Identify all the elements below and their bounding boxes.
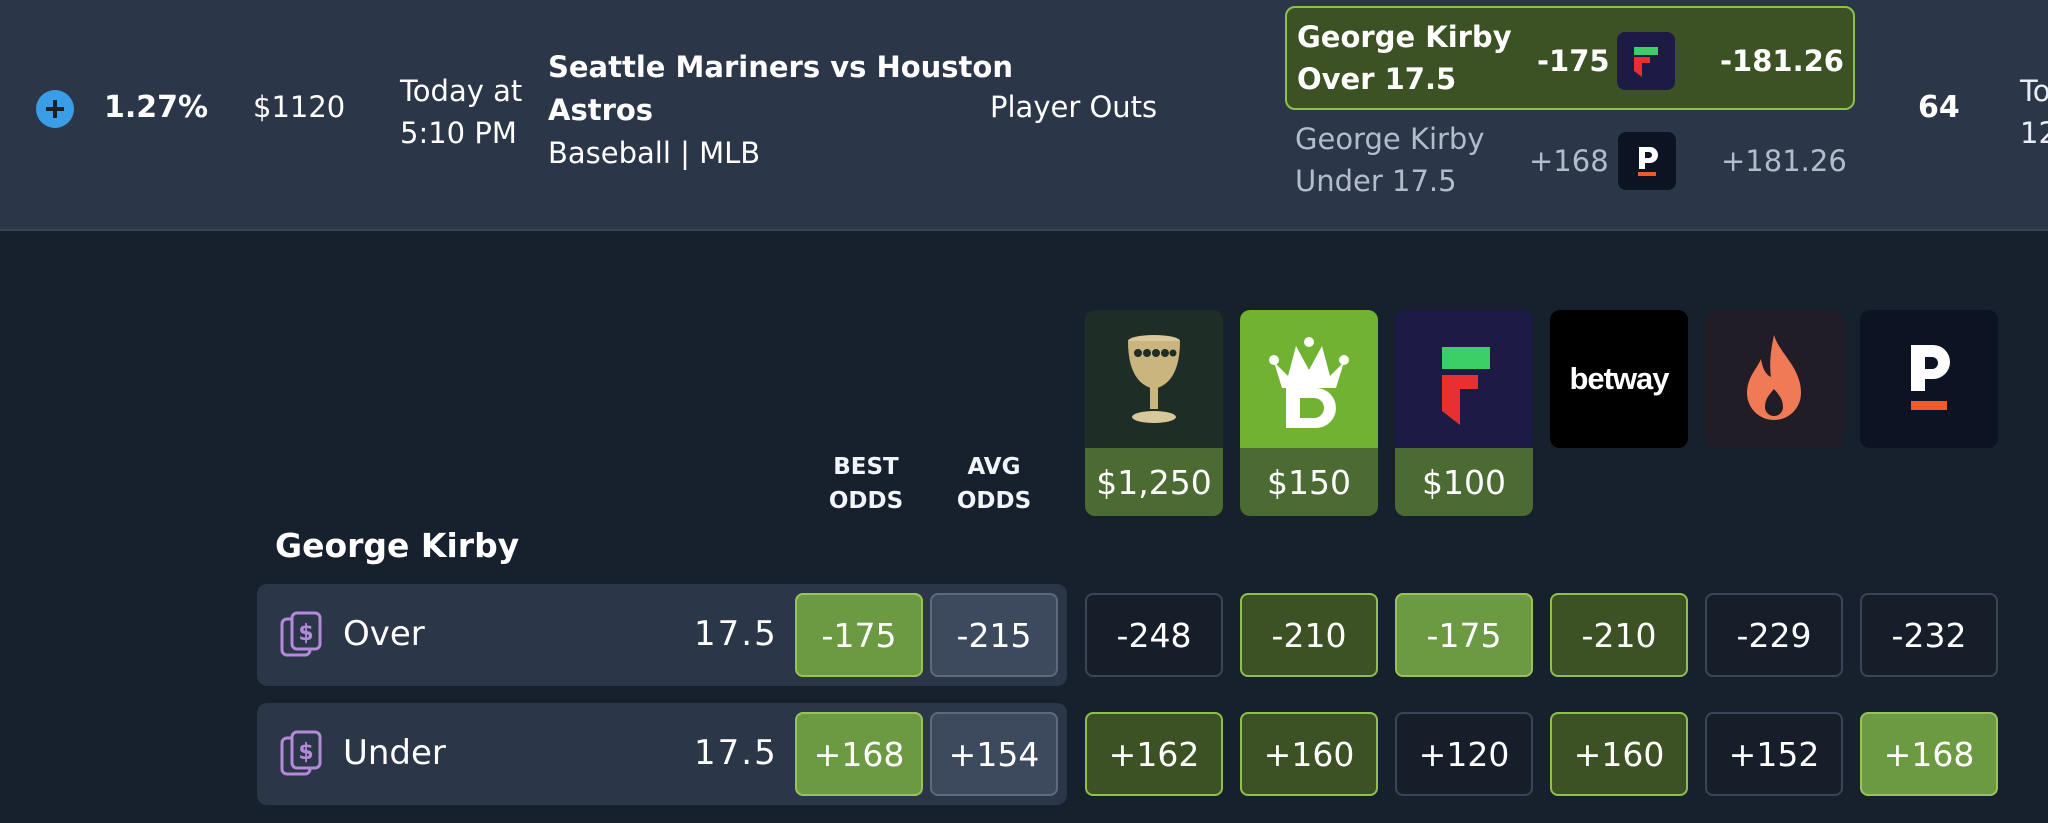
- best-odds-cell[interactable]: +168: [795, 712, 923, 796]
- event-time-line2: 5:10 PM: [400, 116, 517, 150]
- avg-odds-cell[interactable]: +154: [930, 712, 1058, 796]
- odds-cell-book-6[interactable]: +168: [1860, 712, 1998, 796]
- other-bet-odds: +168: [1529, 144, 1609, 178]
- row-line-value: 17.5: [694, 614, 778, 654]
- other-bet-card[interactable]: George Kirby Under 17.5 +168 +181.26: [1285, 118, 1855, 208]
- other-bet-fair-odds: +181.26: [1721, 144, 1847, 178]
- book-column-1[interactable]: $1,250: [1085, 310, 1223, 516]
- odds-cell-book-5[interactable]: +152: [1705, 712, 1843, 796]
- avg-odds-header: AVG ODDS: [948, 450, 1040, 518]
- draftkings-logo: [1240, 310, 1378, 448]
- dollar-cards-icon: $: [280, 611, 322, 657]
- best-odds-cell[interactable]: -175: [795, 593, 923, 677]
- row-side-label: Under: [343, 733, 446, 773]
- event-name-line1: Seattle Mariners vs Houston: [548, 50, 1013, 84]
- odds-cell-book-1[interactable]: -248: [1085, 593, 1223, 677]
- best-odds-header-line2: ODDS: [828, 488, 904, 514]
- event-name-line2: Astros: [548, 93, 654, 127]
- market-name: Player Outs: [990, 90, 1158, 124]
- book-column-3[interactable]: $100: [1395, 310, 1533, 516]
- odds-cell-book-3[interactable]: -175: [1395, 593, 1533, 677]
- event-league: Baseball | MLB: [548, 136, 761, 170]
- best-bet-fair-odds: -181.26: [1720, 44, 1844, 78]
- best-bet-card[interactable]: George Kirby Over 17.5 -175 -181.26: [1285, 6, 1855, 110]
- odds-cell-book-5[interactable]: -229: [1705, 593, 1843, 677]
- book-bonus: $1,250: [1085, 448, 1223, 516]
- book-bonus: $100: [1395, 448, 1533, 516]
- best-bet-odds: -175: [1537, 44, 1610, 78]
- best-bet-name-line1: George Kirby: [1297, 20, 1512, 54]
- bet-summary-row: 1.27% $1120 Today at 5:10 PM Seattle Mar…: [0, 0, 2048, 231]
- avg-odds-header-line2: ODDS: [956, 488, 1032, 514]
- best-odds-header: BEST ODDS: [820, 450, 912, 518]
- book-column-6[interactable]: [1860, 310, 1998, 448]
- event-time-line1: Today at: [400, 74, 523, 108]
- prizepicks-logo: [1860, 310, 1998, 448]
- book-column-2[interactable]: $150: [1240, 310, 1378, 516]
- book-bonus: $150: [1240, 448, 1378, 516]
- prizepicks-logo: [1618, 132, 1676, 190]
- odds-cell-book-2[interactable]: -210: [1240, 593, 1378, 677]
- best-bet-name: George Kirby Over 17.5: [1297, 16, 1512, 100]
- trophy-cup-logo: [1085, 310, 1223, 448]
- dollar-cards-icon: $: [280, 730, 322, 776]
- fanatics-logo: [1617, 32, 1675, 90]
- avg-odds-header-line1: AVG: [967, 454, 1021, 480]
- odds-cell-book-2[interactable]: +160: [1240, 712, 1378, 796]
- event-time: Today at 5:10 PM: [400, 70, 530, 154]
- ev-percent: 1.27%: [104, 90, 209, 125]
- book-count: 64: [1918, 90, 1960, 125]
- best-odds-header-line1: BEST: [833, 454, 899, 480]
- odds-cell-book-3[interactable]: +120: [1395, 712, 1533, 796]
- book-column-5[interactable]: [1705, 310, 1843, 448]
- fanatics-logo: [1395, 310, 1533, 448]
- player-name: George Kirby: [275, 526, 520, 565]
- betway-logo: betway: [1550, 310, 1688, 448]
- odds-cell-book-4[interactable]: -210: [1550, 593, 1688, 677]
- truncated-line2: 12: [2020, 116, 2048, 150]
- expand-button[interactable]: [36, 90, 74, 128]
- other-bet-name: George Kirby Under 17.5: [1295, 118, 1485, 202]
- book-column-4[interactable]: betway: [1550, 310, 1688, 448]
- truncated-line1: To: [2020, 74, 2048, 108]
- stake-amount: $1120: [253, 90, 346, 124]
- other-bet-name-line2: Under 17.5: [1295, 164, 1457, 198]
- betway-wordmark: betway: [1569, 361, 1669, 396]
- best-bet-name-line2: Over 17.5: [1297, 62, 1457, 96]
- flame-logo: [1705, 310, 1843, 448]
- odds-cell-book-6[interactable]: -232: [1860, 593, 1998, 677]
- plus-icon: [46, 100, 64, 118]
- event-info: Seattle Mariners vs Houston Astros Baseb…: [548, 46, 1013, 175]
- odds-cell-book-4[interactable]: +160: [1550, 712, 1688, 796]
- truncated-column: To 12: [2020, 70, 2048, 154]
- svg-text:$: $: [298, 621, 313, 646]
- row-side-label: Over: [343, 614, 425, 654]
- row-line-value: 17.5: [694, 733, 778, 773]
- odds-cell-book-1[interactable]: +162: [1085, 712, 1223, 796]
- svg-text:$: $: [298, 740, 313, 765]
- other-bet-name-line1: George Kirby: [1295, 122, 1485, 156]
- avg-odds-cell[interactable]: -215: [930, 593, 1058, 677]
